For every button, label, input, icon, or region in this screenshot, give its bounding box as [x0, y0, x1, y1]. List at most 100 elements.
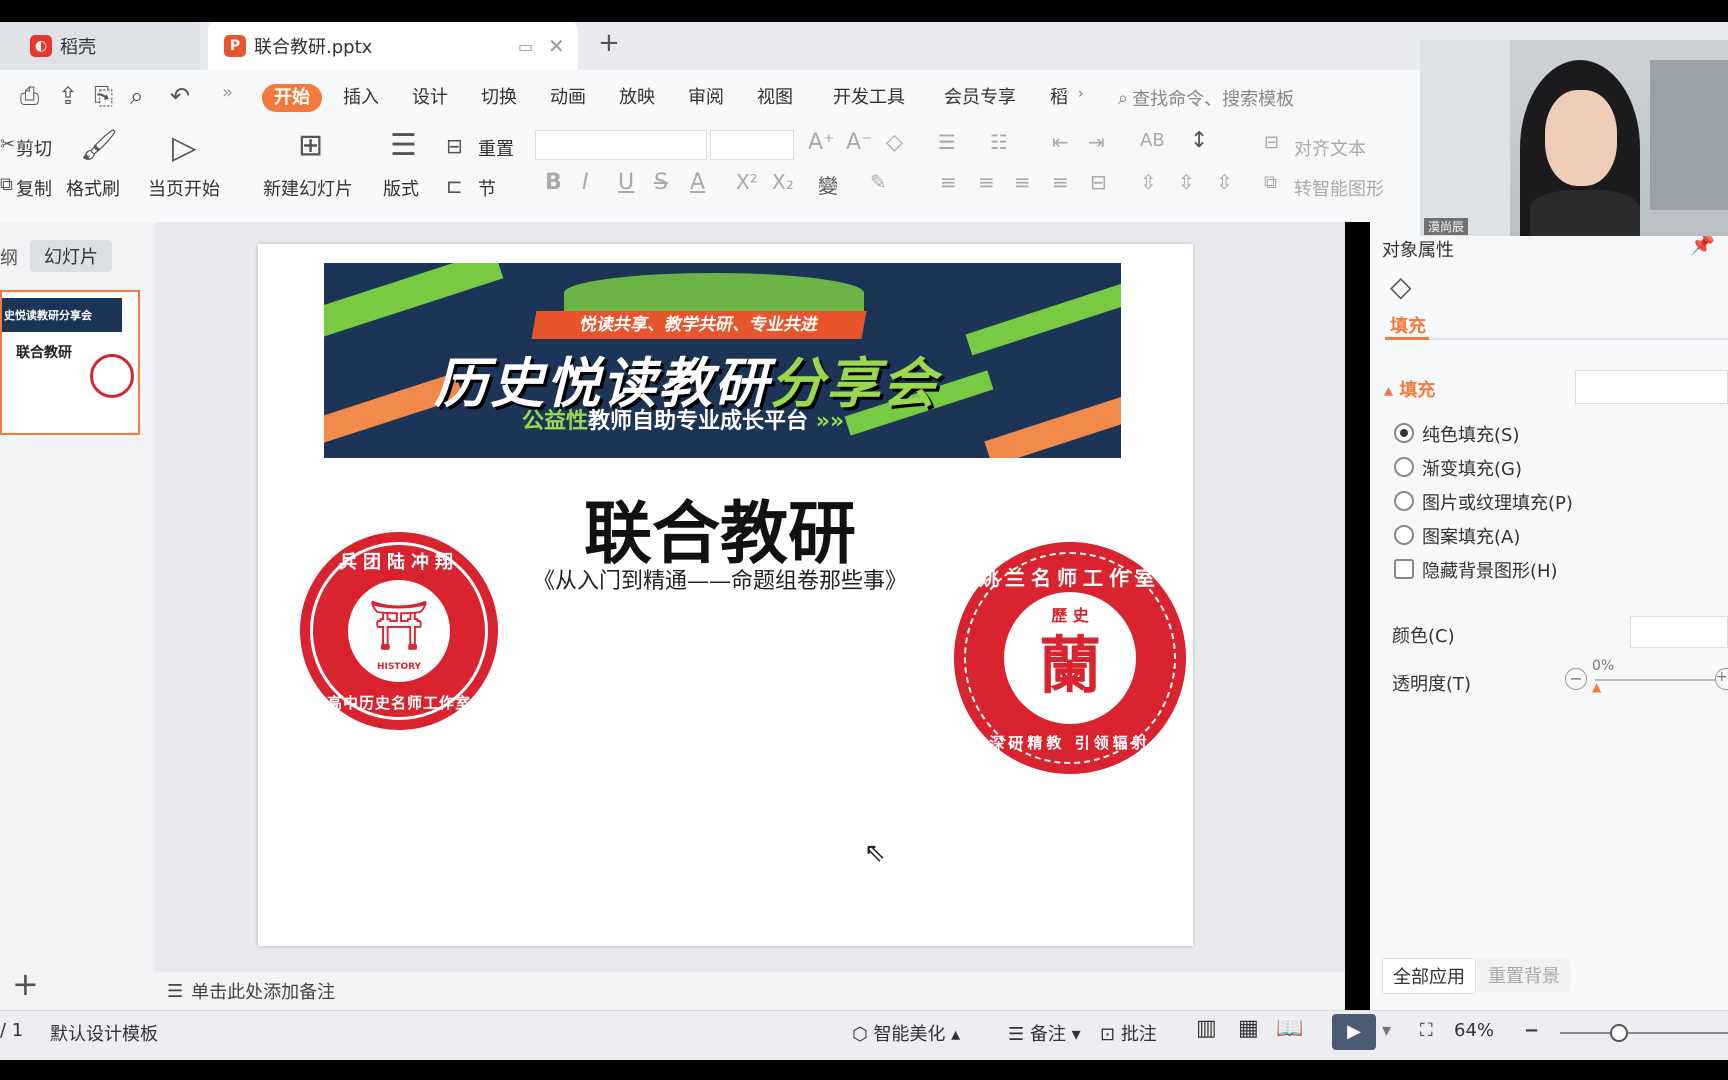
font-size-select[interactable] [710, 130, 794, 160]
play-dropdown-icon[interactable]: ▾ [1382, 1020, 1391, 1041]
paragraph-spacing-icon[interactable]: ⇳ [1140, 170, 1157, 194]
new-tab-icon[interactable]: + [598, 28, 620, 58]
notes-button[interactable]: ☰ 备注 ▾ [1008, 1020, 1081, 1046]
play-from-current-button[interactable]: 当页开始 [148, 175, 220, 201]
cut-button[interactable]: 剪切 [16, 135, 52, 161]
zoom-slider[interactable] [1560, 1032, 1728, 1034]
spacing-icon[interactable]: ⇳ [1178, 170, 1195, 194]
tab-fill[interactable]: 填充 [1390, 312, 1426, 338]
menu-insert[interactable]: 插入 [343, 84, 379, 112]
bullet-list-icon[interactable]: ☰ [938, 130, 956, 154]
columns-icon[interactable]: ⇳ [1216, 170, 1233, 194]
line-spacing-icon[interactable]: ↕ [1190, 128, 1208, 153]
text-direction-icon[interactable]: AB [1140, 130, 1165, 151]
fit-window-icon[interactable]: ⛶ [1420, 1020, 1433, 1041]
minus-icon[interactable]: − [1565, 668, 1587, 690]
template-name[interactable]: 默认设计模板 [50, 1020, 158, 1046]
fill-type-select[interactable] [1575, 370, 1728, 404]
copy-button[interactable]: 复制 [16, 175, 52, 201]
slide-thumbnail-1[interactable]: 史悦读教研分享会 联合教研 [0, 290, 140, 435]
layout-button[interactable]: 版式 [383, 175, 419, 201]
reset-icon[interactable]: ⊟ [446, 134, 463, 158]
smart-shape-icon[interactable]: ⧉ [1264, 172, 1277, 193]
align-center-icon[interactable]: ≡ [978, 170, 995, 194]
strikethrough-icon[interactable]: S [654, 170, 668, 195]
monitor-icon[interactable]: ▭ [518, 37, 533, 56]
more-icon[interactable]: » [222, 82, 233, 103]
align-text-icon[interactable]: ⊟ [1264, 132, 1279, 153]
smart-shape-button[interactable]: 转智能图形 [1294, 175, 1384, 201]
hide-bg-checkbox[interactable] [1394, 559, 1414, 579]
reset-background-button[interactable]: 重置背景 [1478, 958, 1570, 992]
zoom-slider-thumb[interactable] [1610, 1024, 1628, 1042]
align-left-icon[interactable]: ≡ [940, 170, 957, 194]
menu-developer[interactable]: 开发工具 [833, 84, 905, 112]
scissors-icon[interactable]: ✂ [0, 134, 15, 155]
menu-animation[interactable]: 动画 [550, 84, 586, 112]
undo-icon[interactable]: ↶ [170, 82, 190, 110]
normal-view-icon[interactable]: ▥ [1196, 1016, 1217, 1041]
menu-transition[interactable]: 切换 [481, 84, 517, 112]
slide-subtitle[interactable]: 《从入门到精通——命题组卷那些事》 [490, 563, 950, 595]
left-seal-image[interactable]: ⛩ 兵团陆冲翔 HISTORY 高中历史名师工作室 [300, 532, 498, 730]
radio-pattern-fill[interactable] [1394, 525, 1414, 545]
tab-slides[interactable]: 幻灯片 [30, 240, 112, 272]
tab-daoke[interactable]: ◐ 稻壳 [0, 22, 200, 70]
play-circle-icon[interactable]: ▷ [172, 128, 197, 166]
export-icon[interactable]: ⇪ [58, 82, 78, 110]
transparency-slider[interactable] [1595, 679, 1715, 681]
play-slideshow-icon[interactable]: ▶ [1332, 1014, 1376, 1050]
menu-member[interactable]: 会员专享 [944, 84, 1016, 112]
indent-icon[interactable]: ⇥ [1088, 130, 1105, 154]
highlight-icon[interactable]: ✎ [870, 170, 887, 194]
save-icon[interactable]: ⎙ [20, 82, 39, 110]
format-painter-button[interactable]: 格式刷 [66, 175, 120, 201]
right-seal-image[interactable]: 歷 史 蘭 姚兰名师工作室 深研精教 引领辐射 [954, 542, 1186, 774]
notes-bar[interactable]: ☰ 单击此处添加备注 [155, 972, 1345, 1010]
section-button[interactable]: 节 [478, 175, 496, 201]
menu-view[interactable]: 视图 [757, 84, 793, 112]
font-family-select[interactable] [535, 130, 707, 160]
grid-view-icon[interactable]: ▦ [1238, 1016, 1259, 1041]
new-slide-icon[interactable]: ⊞ [298, 128, 323, 163]
slider-thumb-icon[interactable]: ▲ [1592, 680, 1601, 694]
zoom-out-icon[interactable]: − [1524, 1020, 1539, 1041]
numbered-list-icon[interactable]: ☷ [990, 130, 1008, 154]
fill-section-toggle[interactable]: ▴ 填充 [1384, 376, 1435, 402]
chevron-right-icon[interactable]: › [1078, 86, 1084, 102]
print-icon[interactable]: ⎘ [94, 82, 113, 110]
preview-icon[interactable]: ⌕ [130, 82, 143, 110]
zoom-level[interactable]: 64% [1454, 1020, 1494, 1041]
distribute-icon[interactable]: ⊟ [1090, 170, 1107, 194]
align-text-button[interactable]: 对齐文本 [1294, 135, 1366, 161]
copy-icon[interactable]: ⧉ [0, 174, 13, 195]
close-tab-icon[interactable]: ✕ [548, 34, 565, 58]
new-slide-button[interactable]: 新建幻灯片 [263, 175, 353, 201]
layout-icon[interactable]: ☰ [390, 128, 417, 163]
radio-picture-fill[interactable] [1394, 491, 1414, 511]
add-slide-icon[interactable]: + [12, 965, 39, 1003]
font-shrink-icon[interactable]: A⁻ [846, 130, 873, 155]
beautify-button[interactable]: ⬡ 智能美化 ▴ [852, 1020, 960, 1046]
underline-icon[interactable]: U [618, 170, 634, 195]
justify-icon[interactable]: ≡ [1052, 170, 1069, 194]
menu-home[interactable]: 开始 [262, 84, 322, 112]
menu-slideshow[interactable]: 放映 [619, 84, 655, 112]
menu-daoke[interactable]: 稻 [1050, 84, 1068, 112]
eraser-icon[interactable]: ◇ [886, 130, 903, 155]
properties-header[interactable]: 对象属性 [1382, 236, 1454, 262]
bold-icon[interactable]: B [545, 170, 562, 195]
radio-solid-fill[interactable] [1394, 423, 1414, 443]
radio-gradient-fill[interactable] [1394, 457, 1414, 477]
font-grow-icon[interactable]: A⁺ [808, 130, 835, 155]
menu-review[interactable]: 审阅 [688, 84, 724, 112]
reset-button[interactable]: 重置 [478, 135, 514, 161]
outdent-icon[interactable]: ⇤ [1052, 130, 1069, 154]
subscript-icon[interactable]: X₂ [772, 170, 794, 194]
font-color-icon[interactable]: A [690, 170, 705, 195]
italic-icon[interactable]: I [582, 170, 589, 195]
brush-icon[interactable]: 🖌 [80, 128, 118, 163]
apply-all-button[interactable]: 全部应用 [1382, 958, 1476, 994]
reading-view-icon[interactable]: 📖 [1276, 1016, 1303, 1041]
color-picker[interactable] [1630, 616, 1728, 648]
